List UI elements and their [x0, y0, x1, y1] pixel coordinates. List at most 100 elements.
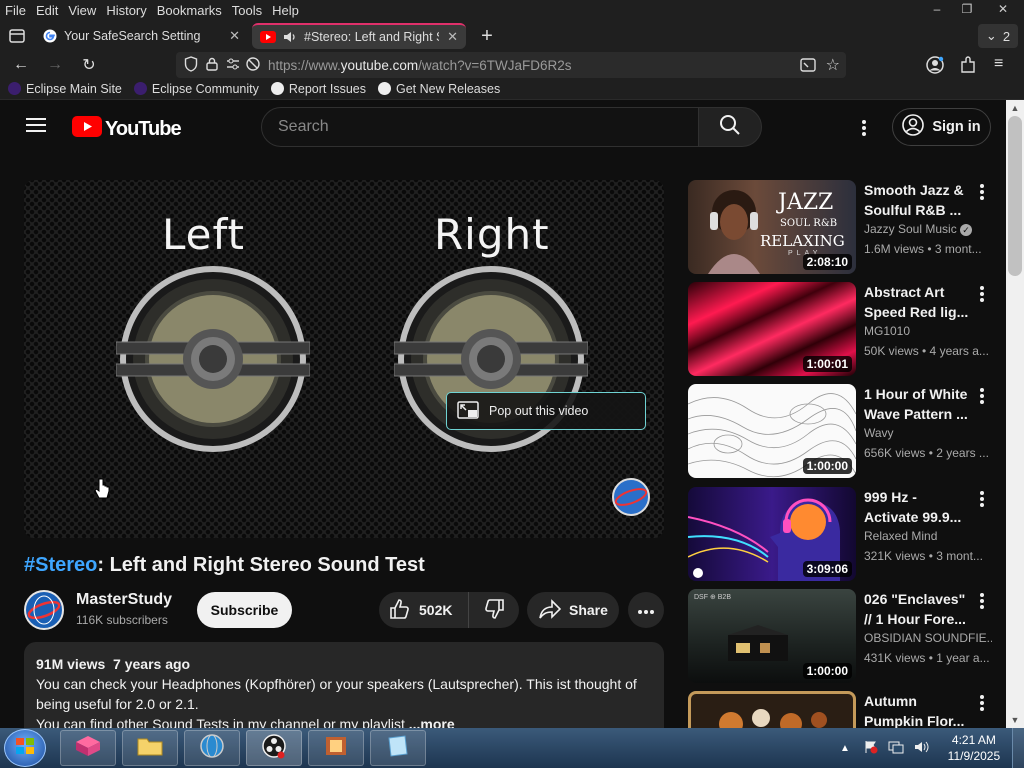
menu-view[interactable]: View	[63, 3, 101, 18]
taskbar-explorer[interactable]	[122, 730, 178, 766]
network-icon[interactable]	[888, 740, 904, 757]
menu-history[interactable]: History	[101, 3, 151, 18]
clock[interactable]: 4:21 AM 11/9/2025	[944, 732, 1004, 764]
video-thumbnail[interactable]: 3:09:06	[688, 487, 856, 581]
dislike-button[interactable]	[469, 592, 519, 628]
url-text[interactable]: https://www.youtube.com/watch?v=6TWJaFD6…	[268, 58, 572, 73]
menu-file[interactable]: File	[0, 3, 31, 18]
video-player[interactable]: Left Right Pop out this video	[24, 180, 664, 538]
close-window-button[interactable]: ✕	[982, 0, 1024, 18]
bookmark-report-issues[interactable]: Report Issues	[270, 82, 366, 96]
permissions-icon[interactable]	[226, 58, 240, 73]
related-video-title[interactable]: 999 Hz - Activate 99.9...	[864, 487, 974, 527]
more-vert-icon[interactable]	[974, 489, 990, 509]
bookmark-get-new-releases[interactable]: Get New Releases	[377, 82, 500, 96]
action-center-flag-icon[interactable]	[864, 740, 878, 757]
menu-hamburger-icon[interactable]: ≡	[994, 55, 1003, 73]
related-video-item[interactable]: DSF ⊕ B2B 1:00:00 026 "Enclaves" // 1 Ho…	[688, 589, 1006, 683]
related-video-channel[interactable]: MG1010	[864, 324, 910, 338]
tab-stereo-video[interactable]: #Stereo: Left and Right Stere ✕	[252, 23, 466, 49]
shield-icon[interactable]	[184, 55, 198, 75]
youtube-logo[interactable]: YouTube	[72, 116, 182, 142]
taskbar-browser[interactable]	[184, 730, 240, 766]
more-actions-button[interactable]	[628, 592, 664, 628]
related-video-item[interactable]: 1:00:01 Abstract Art Speed Red lig... MG…	[688, 282, 1006, 376]
taskbar-notes[interactable]	[370, 730, 426, 766]
related-video-channel[interactable]: Relaxed Mind	[864, 529, 937, 543]
lock-icon[interactable]	[206, 57, 218, 74]
bookmark-star-icon[interactable]: ☆	[826, 55, 840, 75]
menu-bookmarks[interactable]: Bookmarks	[152, 3, 227, 18]
url-bar[interactable]: https://www.youtube.com/watch?v=6TWJaFD6…	[176, 52, 846, 78]
more-vert-icon[interactable]	[974, 182, 990, 202]
menu-help[interactable]: Help	[267, 3, 304, 18]
related-video-title[interactable]: Smooth Jazz & Soulful R&B ...	[864, 180, 974, 220]
related-video-item[interactable]: 3:09:06 999 Hz - Activate 99.9... Relaxe…	[688, 487, 1006, 581]
autoplay-blocked-icon[interactable]	[246, 56, 260, 74]
back-arrow-icon[interactable]: ←	[8, 52, 34, 78]
more-vert-icon[interactable]	[974, 693, 990, 713]
related-video-title[interactable]: 026 "Enclaves" // 1 Hour Fore...	[864, 589, 974, 629]
related-video-title[interactable]: Abstract Art Speed Red lig...	[864, 282, 974, 322]
related-video-channel[interactable]: OBSIDIAN SOUNDFIE...	[864, 631, 992, 645]
video-thumbnail[interactable]	[688, 691, 856, 728]
menu-tools[interactable]: Tools	[227, 3, 267, 18]
related-video-item[interactable]: JAZZ SOUL R&B RELAXING PLAY 2:08:10 Smoo…	[688, 180, 1006, 274]
description-box[interactable]: 91M views 7 years ago You can check your…	[24, 642, 664, 728]
taskbar-media[interactable]	[308, 730, 364, 766]
minimize-button[interactable]: –	[922, 0, 952, 18]
channel-name[interactable]: MasterStudy	[76, 591, 172, 609]
subscribe-button[interactable]: Subscribe	[197, 592, 292, 628]
channel-avatar[interactable]	[24, 590, 64, 630]
bookmark-eclipse-main[interactable]: Eclipse Main Site	[8, 82, 122, 96]
video-thumbnail[interactable]: 1:00:01	[688, 282, 856, 376]
related-video-item[interactable]: Autumn Pumpkin Flor...	[688, 691, 1006, 728]
like-button[interactable]: 502K	[379, 592, 469, 628]
forward-arrow-icon[interactable]: →	[42, 52, 68, 78]
speaker-icon[interactable]	[282, 29, 298, 45]
reader-view-icon[interactable]	[800, 57, 816, 76]
show-desktop-button[interactable]	[1012, 728, 1024, 768]
video-thumbnail[interactable]: JAZZ SOUL R&B RELAXING PLAY 2:08:10	[688, 180, 856, 274]
taskbar-obs[interactable]	[246, 730, 302, 766]
related-video-channel[interactable]: Wavy	[864, 426, 894, 440]
taskbar-app-1[interactable]	[60, 730, 116, 766]
more-vert-icon[interactable]	[974, 284, 990, 304]
related-video-item[interactable]: 1:00:00 1 Hour of White Wave Pattern ...…	[688, 384, 1006, 478]
related-video-title[interactable]: Autumn Pumpkin Flor...	[864, 691, 974, 728]
video-thumbnail[interactable]: DSF ⊕ B2B 1:00:00	[688, 589, 856, 683]
restore-button[interactable]: ❐	[952, 0, 982, 18]
channel-watermark-icon[interactable]	[612, 478, 650, 521]
new-tab-button[interactable]: +	[474, 23, 500, 49]
close-tab-icon[interactable]: ✕	[447, 29, 458, 45]
scroll-up-arrow-icon[interactable]: ▲	[1006, 100, 1024, 116]
menu-edit[interactable]: Edit	[31, 3, 63, 18]
video-thumbnail[interactable]: 1:00:00	[688, 384, 856, 478]
tab-overview-icon[interactable]	[4, 23, 30, 49]
tab-safesearch[interactable]: Your SafeSearch Setting ✕	[34, 23, 248, 49]
more-vert-icon[interactable]	[974, 386, 990, 406]
account-icon[interactable]	[926, 56, 944, 79]
related-video-title[interactable]: 1 Hour of White Wave Pattern ...	[864, 384, 974, 424]
pop-out-video-button[interactable]: Pop out this video	[446, 392, 646, 430]
hashtag-link[interactable]: #Stereo	[24, 554, 97, 576]
show-hidden-icons-arrow[interactable]: ▲	[840, 743, 850, 754]
reload-icon[interactable]: ↻	[76, 52, 102, 78]
extensions-icon[interactable]	[960, 56, 976, 79]
sign-in-button[interactable]: Sign in	[892, 108, 991, 146]
start-button[interactable]	[4, 729, 46, 767]
scroll-down-arrow-icon[interactable]: ▼	[1006, 712, 1024, 728]
search-input[interactable]: Search	[261, 107, 699, 147]
page-scrollbar[interactable]: ▲ ▼	[1006, 100, 1024, 728]
volume-icon[interactable]	[914, 740, 930, 757]
scrollbar-thumb[interactable]	[1008, 116, 1022, 276]
bookmark-eclipse-community[interactable]: Eclipse Community	[133, 82, 259, 96]
related-video-channel[interactable]: Jazzy Soul Music ✓	[864, 222, 973, 236]
guide-menu-icon[interactable]	[26, 117, 46, 138]
search-button[interactable]	[698, 107, 762, 147]
tab-list-button[interactable]: ⌄ 2	[978, 24, 1018, 48]
show-more-link[interactable]: ...more	[409, 716, 455, 728]
share-button[interactable]: Share	[527, 592, 619, 628]
settings-more-icon[interactable]	[856, 118, 872, 138]
close-tab-icon[interactable]: ✕	[229, 28, 240, 44]
